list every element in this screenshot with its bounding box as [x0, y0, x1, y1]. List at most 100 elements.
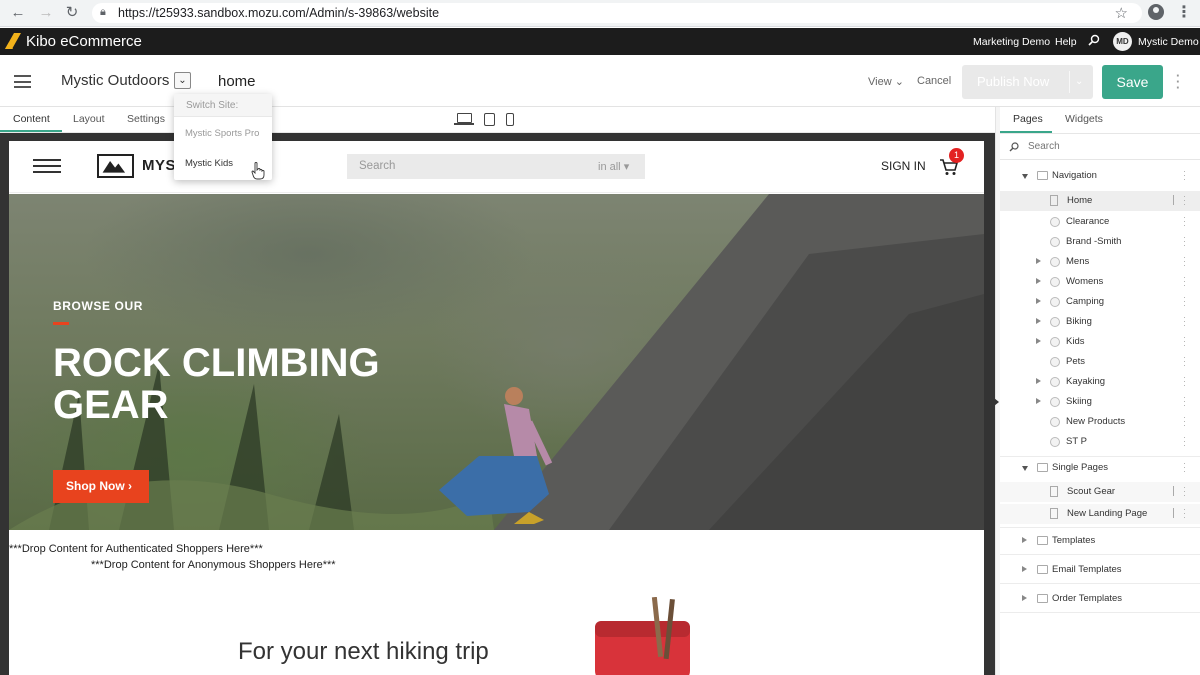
- browser-menu-icon[interactable]: ⋮: [1176, 2, 1192, 22]
- tablet-view-icon[interactable]: [484, 113, 495, 126]
- tree-page-mens[interactable]: Mens · · ·: [1000, 252, 1200, 272]
- row-menu-icon[interactable]: · · ·: [1183, 293, 1187, 310]
- user-avatar[interactable]: MD: [1113, 32, 1132, 51]
- row-menu-icon[interactable]: · · ·: [1183, 333, 1187, 350]
- help-link[interactable]: Help: [1055, 36, 1077, 48]
- tree-page-brand-smith[interactable]: Brand -Smith · · ·: [1000, 232, 1200, 252]
- tree-page-label: ST P: [1066, 436, 1087, 447]
- tree-page-new-products[interactable]: New Products · · ·: [1000, 412, 1200, 432]
- tree-folder-order-templates[interactable]: Order Templates: [1000, 589, 1200, 609]
- collapse-panel-arrow-icon[interactable]: [994, 398, 999, 406]
- switch-site-mystic-kids[interactable]: Mystic Kids: [185, 158, 233, 169]
- tree-page-home[interactable]: Home · · ·: [1000, 191, 1200, 211]
- tree-page-clearance[interactable]: Clearance · · ·: [1000, 212, 1200, 232]
- expand-arrow-icon[interactable]: [1022, 595, 1027, 601]
- folder-icon: [1037, 536, 1048, 545]
- view-label: View: [868, 76, 892, 88]
- user-name[interactable]: Mystic Demo: [1138, 36, 1199, 48]
- drag-handle-icon[interactable]: [1173, 508, 1174, 518]
- drag-handle-icon[interactable]: [1173, 195, 1174, 205]
- drop-zone-anonymous[interactable]: ***Drop Content for Anonymous Shoppers H…: [91, 559, 336, 571]
- drag-handle-icon[interactable]: [1173, 486, 1174, 496]
- address-bar[interactable]: 🔒︎ https://t25933.sandbox.mozu.com/Admin…: [92, 3, 1142, 23]
- expand-arrow-icon[interactable]: [1022, 537, 1027, 543]
- forward-arrow-icon[interactable]: →: [36, 3, 56, 23]
- expand-arrow-icon[interactable]: [1022, 566, 1027, 572]
- expand-arrow-icon[interactable]: [1036, 398, 1041, 404]
- row-menu-icon[interactable]: · · ·: [1183, 253, 1187, 270]
- expand-arrow-icon[interactable]: [1036, 338, 1041, 344]
- tree-page-pets[interactable]: Pets · · ·: [1000, 352, 1200, 372]
- more-options-icon[interactable]: · · ·: [1176, 69, 1182, 94]
- tree-page-camping[interactable]: Camping · · ·: [1000, 292, 1200, 312]
- pages-search-input[interactable]: [1028, 141, 1188, 152]
- row-menu-icon[interactable]: · · ·: [1183, 373, 1187, 390]
- tree-page-new-landing-page[interactable]: New Landing Page · · ·: [1000, 504, 1200, 524]
- hero-kicker: BROWSE OUR: [53, 299, 143, 313]
- hamburger-menu-icon[interactable]: [14, 75, 31, 88]
- row-menu-icon[interactable]: · · ·: [1183, 505, 1187, 522]
- drop-zone-authenticated[interactable]: ***Drop Content for Authenticated Shoppe…: [9, 543, 263, 555]
- expand-arrow-icon[interactable]: [1036, 258, 1041, 264]
- store-search-bar[interactable]: Search in all ▾: [347, 154, 645, 179]
- row-menu-icon[interactable]: · · ·: [1183, 433, 1187, 450]
- tab-settings[interactable]: Settings: [127, 113, 165, 125]
- row-menu-icon[interactable]: · · ·: [1183, 273, 1187, 290]
- tree-page-kayaking[interactable]: Kayaking · · ·: [1000, 372, 1200, 392]
- row-menu-icon[interactable]: · · ·: [1183, 393, 1187, 410]
- row-menu-icon[interactable]: · · ·: [1183, 192, 1187, 209]
- expand-arrow-icon[interactable]: [1022, 466, 1028, 471]
- site-switch-chevron-icon[interactable]: ⌄: [174, 72, 191, 89]
- page-preview[interactable]: MYS ORS Search in all ▾ SIGN IN 1: [9, 141, 984, 675]
- search-icon[interactable]: [1088, 34, 1100, 46]
- desktop-view-icon[interactable]: [454, 113, 474, 125]
- row-menu-icon[interactable]: · · ·: [1183, 233, 1187, 250]
- tree-page-st-p[interactable]: ST P · · ·: [1000, 432, 1200, 452]
- tree-page-biking[interactable]: Biking · · ·: [1000, 312, 1200, 332]
- tree-page-scout-gear[interactable]: Scout Gear · · ·: [1000, 482, 1200, 502]
- browser-profile-icon[interactable]: [1148, 4, 1164, 20]
- expand-arrow-icon[interactable]: [1022, 174, 1028, 179]
- publish-chevron-down-icon[interactable]: ⌄: [1075, 65, 1083, 99]
- reload-icon[interactable]: ↻: [62, 3, 82, 23]
- tree-folder-email-templates[interactable]: Email Templates: [1000, 560, 1200, 580]
- sign-in-link[interactable]: SIGN IN: [881, 159, 926, 173]
- tree-folder-single-pages[interactable]: Single Pages · · ·: [1000, 458, 1200, 478]
- row-menu-icon[interactable]: · · ·: [1183, 213, 1187, 230]
- tab-content[interactable]: Content: [13, 113, 50, 125]
- tab-layout[interactable]: Layout: [73, 113, 105, 125]
- shop-now-button[interactable]: Shop Now ›: [53, 470, 149, 503]
- marketing-demo-link[interactable]: Marketing Demo: [973, 36, 1050, 48]
- expand-arrow-icon[interactable]: [1036, 378, 1041, 384]
- back-arrow-icon[interactable]: ←: [8, 3, 28, 23]
- tab-widgets[interactable]: Widgets: [1065, 113, 1103, 125]
- cancel-button[interactable]: Cancel: [917, 75, 951, 87]
- search-scope[interactable]: in all ▾: [598, 160, 629, 173]
- store-hamburger-icon[interactable]: [33, 159, 61, 173]
- save-button[interactable]: Save: [1102, 65, 1163, 99]
- row-menu-icon[interactable]: · · ·: [1183, 459, 1187, 476]
- row-menu-icon[interactable]: · · ·: [1183, 167, 1187, 184]
- bookmark-star-icon[interactable]: ☆: [1115, 4, 1128, 22]
- expand-arrow-icon[interactable]: [1036, 298, 1041, 304]
- row-menu-icon[interactable]: · · ·: [1183, 313, 1187, 330]
- tab-pages[interactable]: Pages: [1013, 113, 1043, 125]
- tree-page-kids[interactable]: Kids · · ·: [1000, 332, 1200, 352]
- publish-divider: [1069, 71, 1070, 93]
- site-name: Mystic Outdoors: [61, 72, 170, 89]
- expand-arrow-icon[interactable]: [1036, 318, 1041, 324]
- view-dropdown[interactable]: View ⌄: [868, 75, 904, 88]
- row-menu-icon[interactable]: · · ·: [1183, 483, 1187, 500]
- tree-page-womens[interactable]: Womens · · ·: [1000, 272, 1200, 292]
- mobile-view-icon[interactable]: [506, 113, 514, 126]
- row-menu-icon[interactable]: · · ·: [1183, 413, 1187, 430]
- publish-now-button[interactable]: Publish Now ⌄: [962, 65, 1093, 99]
- row-menu-icon[interactable]: · · ·: [1183, 353, 1187, 370]
- tree-page-skiing[interactable]: Skiing · · ·: [1000, 392, 1200, 412]
- browser-toolbar: ← → ↻ 🔒︎ https://t25933.sandbox.mozu.com…: [0, 0, 1200, 27]
- tree-folder-templates[interactable]: Templates: [1000, 531, 1200, 551]
- expand-arrow-icon[interactable]: [1036, 278, 1041, 284]
- switch-site-mystic-sports-pro[interactable]: Mystic Sports Pro: [185, 128, 259, 139]
- tree-folder-navigation[interactable]: Navigation · · ·: [1000, 166, 1200, 186]
- pages-search-icon: [1009, 142, 1019, 152]
